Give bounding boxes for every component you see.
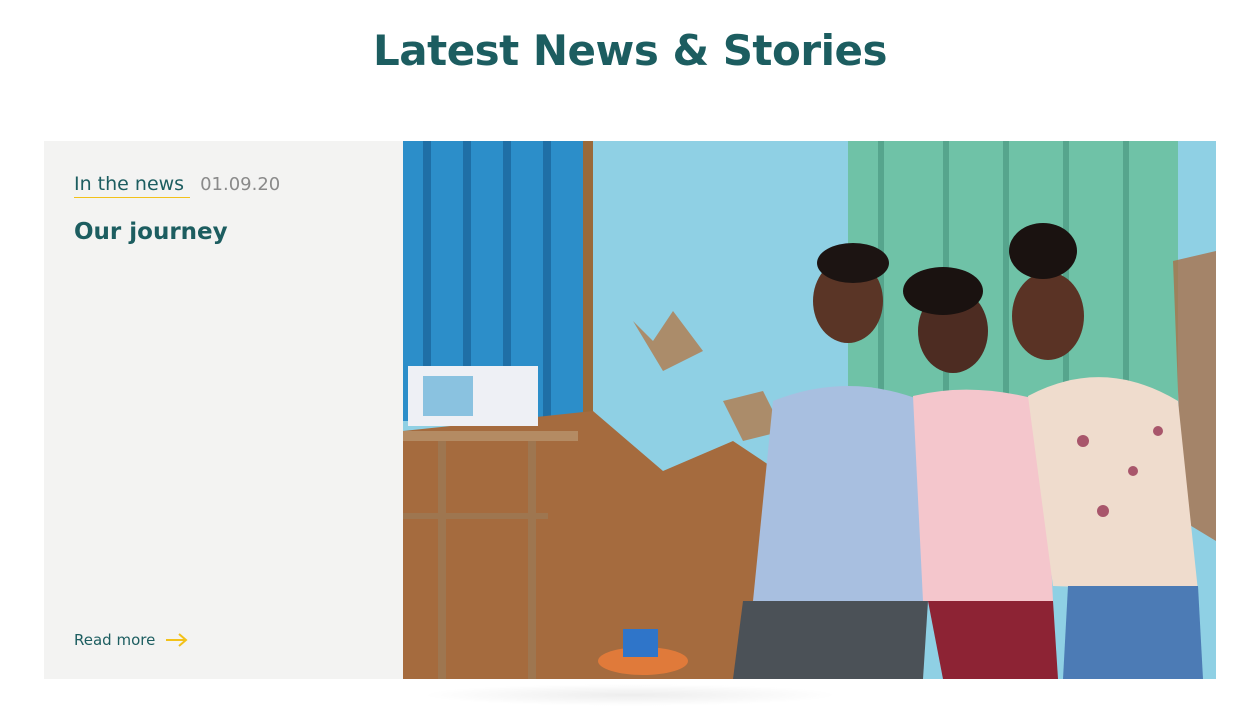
section-heading: Latest News & Stories [373,26,887,75]
post-date: 01.09.20 [200,174,281,195]
category-tag[interactable]: In the news [74,173,191,198]
news-card[interactable]: In the news 01.09.20 Our journey Read mo… [44,141,1216,679]
arrow-right-icon [165,633,189,647]
news-card-image[interactable] [403,141,1216,679]
news-card-meta: In the news 01.09.20 [74,173,280,198]
news-card-title[interactable]: Our journey [74,219,228,245]
card-shadow [420,684,840,706]
read-more-link[interactable]: Read more [74,631,189,649]
news-card-text-panel: In the news 01.09.20 Our journey Read mo… [44,141,403,679]
read-more-label: Read more [74,631,156,649]
